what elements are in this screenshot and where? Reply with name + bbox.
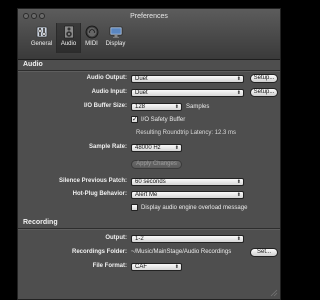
audio-output-value: Duet <box>135 76 148 82</box>
toolbar-display-label: Display <box>105 41 126 47</box>
hotplug-popup[interactable]: Alert Me ⬍ <box>131 191 244 199</box>
silence-patch-value: 60 seconds <box>135 179 166 185</box>
audio-input-value: Duet <box>135 90 148 96</box>
switch-icon <box>36 26 47 38</box>
audio-divider <box>18 70 280 72</box>
recordings-folder-label: Recordings Folder: <box>71 249 127 255</box>
audio-output-popup[interactable]: Duet ⬍ <box>131 75 244 83</box>
recording-output-popup[interactable]: 1-2 ⬍ <box>131 235 244 243</box>
hotplug-value: Alert Me <box>135 192 158 198</box>
audio-output-label: Audio Output: <box>86 75 127 81</box>
speaker-icon <box>63 25 74 39</box>
toolbar-audio-label: Audio <box>60 41 77 47</box>
buffer-size-value: 128 <box>135 104 146 110</box>
audio-input-popup[interactable]: Duet ⬍ <box>131 89 244 97</box>
popup-arrow-icon: ⬍ <box>174 104 179 110</box>
buffer-size-label: I/O Buffer Size: <box>83 103 127 109</box>
buffer-size-popup[interactable]: 128 ⬍ <box>131 103 182 111</box>
sample-rate-value: 48000 Hz <box>135 145 161 151</box>
checkmark-icon: ✓ <box>132 116 138 123</box>
audio-output-setup-button[interactable]: Setup... <box>250 74 278 83</box>
file-format-label: File Format: <box>92 263 127 269</box>
recording-output-value: 1-2 <box>135 236 144 242</box>
hotplug-label: Hot-Plug Behavior: <box>72 191 127 197</box>
overload-message-label: Display audio engine overload message <box>141 205 248 211</box>
title-bar: Preferences General Audio MIDI Display <box>18 9 280 60</box>
audio-input-label: Audio Input: <box>91 89 127 95</box>
popup-arrow-icon: ⬍ <box>236 192 241 198</box>
midi-icon <box>85 25 98 39</box>
popup-arrow-icon: ⬍ <box>236 179 241 185</box>
latency-text: Resulting Roundtrip Latency: 12.3 ms <box>136 130 237 136</box>
toolbar-midi[interactable]: MIDI <box>80 23 103 53</box>
audio-section-title: Audio <box>23 61 43 68</box>
toolbar-midi-label: MIDI <box>85 41 98 47</box>
popup-arrow-icon: ⬍ <box>174 145 179 151</box>
audio-input-setup-button[interactable]: Setup... <box>250 88 278 97</box>
apply-changes-button[interactable]: Apply Changes <box>131 160 182 169</box>
recording-divider <box>18 228 280 230</box>
file-format-popup[interactable]: CAF ⬍ <box>131 263 182 271</box>
silence-patch-label: Silence Previous Patch: <box>58 178 127 184</box>
resize-grip-icon[interactable] <box>270 289 278 297</box>
toolbar-general-label: General <box>30 41 53 47</box>
buffer-size-unit: Samples <box>186 104 210 110</box>
popup-arrow-icon: ⬍ <box>236 90 241 96</box>
recordings-folder-set-button[interactable]: Set... <box>250 248 278 257</box>
recording-output-label: Output: <box>105 235 127 241</box>
safety-buffer-checkbox[interactable]: ✓ <box>131 116 138 123</box>
file-format-value: CAF <box>135 264 147 270</box>
display-icon <box>109 26 122 38</box>
toolbar-display[interactable]: Display <box>104 23 127 53</box>
recordings-folder-path: ~/Music/MainStage/Audio Recordings <box>131 249 232 255</box>
toolbar-general[interactable]: General <box>30 23 53 53</box>
silence-patch-popup[interactable]: 60 seconds ⬍ <box>131 178 244 186</box>
popup-arrow-icon: ⬍ <box>174 264 179 270</box>
popup-arrow-icon: ⬍ <box>236 236 241 242</box>
sample-rate-label: Sample Rate: <box>88 144 127 150</box>
overload-message-checkbox[interactable] <box>131 204 138 211</box>
safety-buffer-label: I/O Safety Buffer <box>141 117 186 123</box>
preferences-window: Preferences General Audio MIDI Display A… <box>17 8 281 300</box>
toolbar-audio[interactable]: Audio <box>56 23 81 53</box>
popup-arrow-icon: ⬍ <box>236 76 241 82</box>
recording-section-title: Recording <box>23 219 58 226</box>
sample-rate-popup[interactable]: 48000 Hz ⬍ <box>131 144 182 152</box>
window-title: Preferences <box>130 13 168 20</box>
